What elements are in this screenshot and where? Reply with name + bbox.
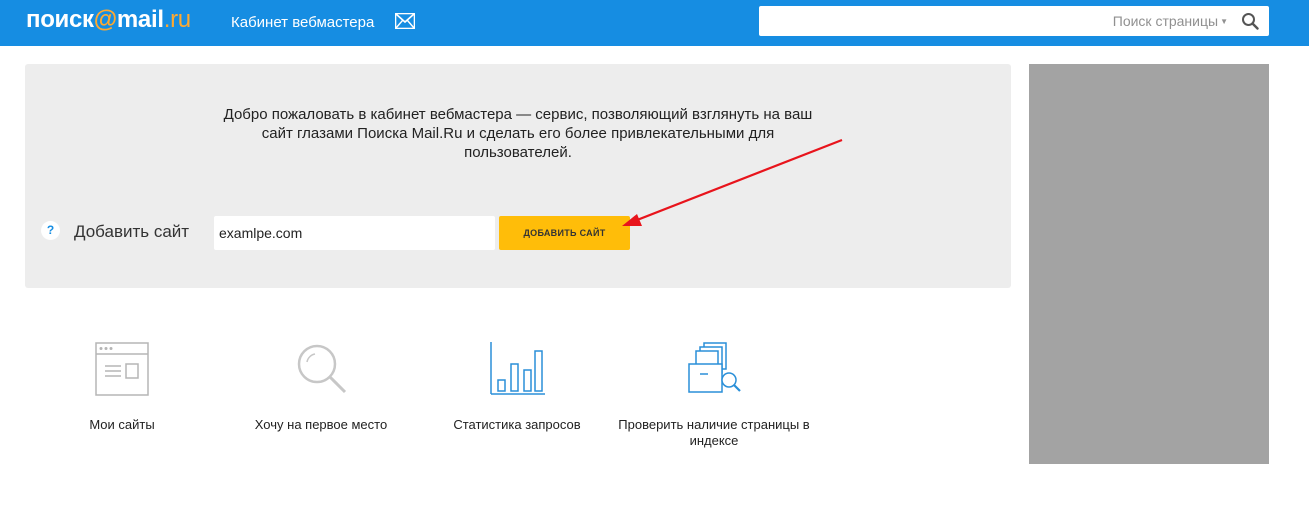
site-url-input[interactable] <box>214 216 495 250</box>
search-input[interactable] <box>759 6 1089 36</box>
feature-first-place[interactable]: Хочу на первое место <box>241 340 401 433</box>
side-banner-placeholder <box>1029 64 1269 464</box>
webmaster-cabinet-link[interactable]: Кабинет вебмастера <box>231 14 374 32</box>
search-icon[interactable] <box>1241 12 1259 30</box>
logo-part-mail: mail <box>116 6 164 33</box>
envelope-icon[interactable] <box>395 13 415 29</box>
browser-window-icon <box>95 342 149 396</box>
feature-index-check[interactable]: Проверить наличие страницы в индексе <box>614 340 814 449</box>
documents-search-icon <box>688 342 741 393</box>
search-scope-dropdown[interactable]: Поиск страницы ▼ <box>1113 13 1228 30</box>
feature-query-stats[interactable]: Статистика запросов <box>447 340 587 433</box>
caret-down-icon: ▼ <box>1220 17 1228 27</box>
feature-index-check-label: Проверить наличие страницы в индексе <box>618 417 810 448</box>
feature-my-sites-label: Мои сайты <box>89 417 155 432</box>
feature-my-sites[interactable]: Мои сайты <box>62 340 182 433</box>
feature-query-stats-label: Статистика запросов <box>453 417 581 432</box>
logo-at: @ <box>93 6 117 33</box>
bar-chart-icon <box>490 342 545 395</box>
feature-first-place-label: Хочу на первое место <box>254 417 388 432</box>
welcome-panel: Добро пожаловать в кабинет вебмастера — … <box>25 64 1011 288</box>
logo-ru: ru <box>170 6 191 33</box>
logo-part-poisk: поиск <box>26 6 94 33</box>
annotation-arrow <box>622 138 843 226</box>
help-icon[interactable]: ? <box>41 221 60 240</box>
logo[interactable]: поиск@mail.ru <box>26 6 191 34</box>
add-site-label: Добавить сайт <box>74 222 190 241</box>
top-bar: поиск@mail.ru Кабинет вебмастера Поиск с… <box>0 0 1309 46</box>
page-search-box: Поиск страницы ▼ <box>759 6 1269 36</box>
search-scope-label: Поиск страницы <box>1112 13 1219 29</box>
magnifier-icon <box>297 344 347 394</box>
